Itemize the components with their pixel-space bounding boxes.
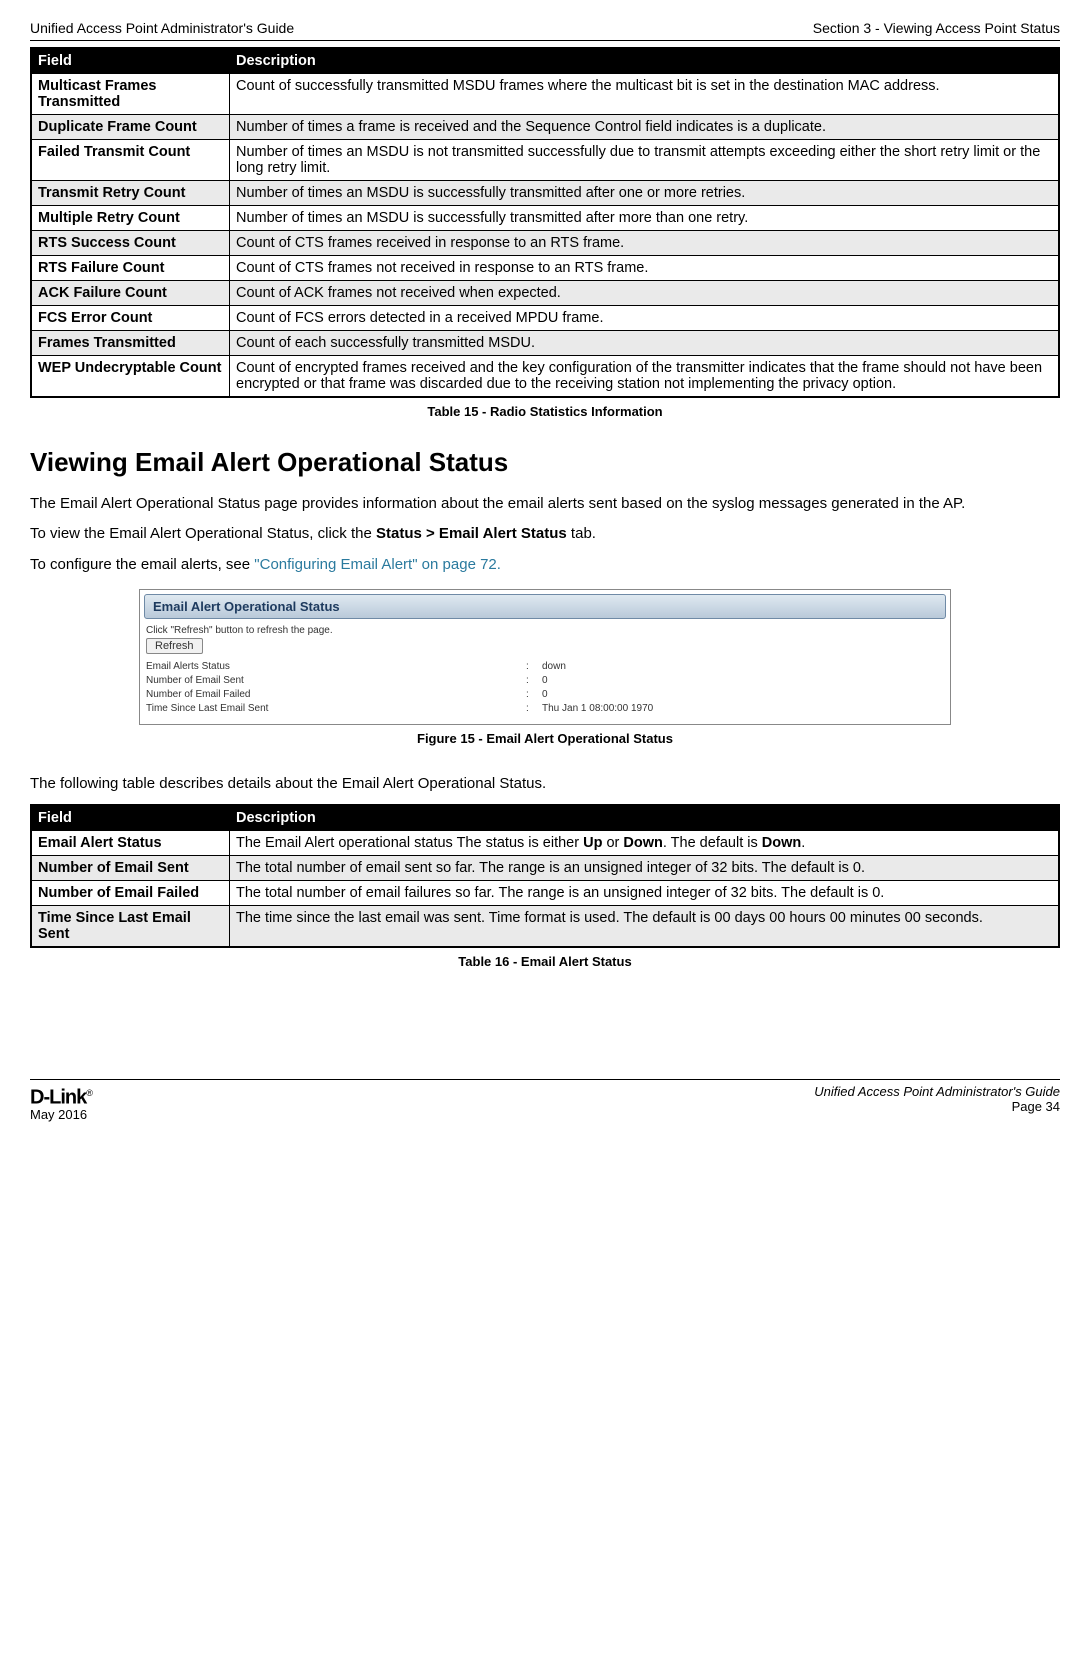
status-row: Email Alerts Status : down — [146, 660, 944, 674]
header-left: Unified Access Point Administrator's Gui… — [30, 20, 294, 36]
status-row: Number of Email Sent : 0 — [146, 674, 944, 688]
table-row: Number of Email SentThe total number of … — [31, 856, 1059, 881]
table-row: Time Since Last Email SentThe time since… — [31, 906, 1059, 948]
table-row: FCS Error CountCount of FCS errors detec… — [31, 306, 1059, 331]
body-para-2: To view the Email Alert Operational Stat… — [30, 524, 1060, 544]
table-row: Failed Transmit CountNumber of times an … — [31, 140, 1059, 181]
dlink-logo: D-Link® — [30, 1084, 92, 1107]
col-desc: Description — [230, 805, 1060, 831]
refresh-button[interactable]: Refresh — [146, 638, 203, 654]
radio-stats-table: Field Description Multicast Frames Trans… — [30, 47, 1060, 398]
refresh-hint: Click "Refresh" button to refresh the pa… — [146, 625, 944, 636]
footer-page: Page 34 — [814, 1099, 1060, 1114]
body-para-1: The Email Alert Operational Status page … — [30, 494, 1060, 514]
header-right: Section 3 - Viewing Access Point Status — [813, 20, 1060, 36]
table-row: Email Alert Status The Email Alert opera… — [31, 831, 1059, 856]
email-alert-screenshot: Email Alert Operational Status Click "Re… — [139, 589, 951, 725]
figure15-caption: Figure 15 - Email Alert Operational Stat… — [30, 731, 1060, 746]
section-title: Viewing Email Alert Operational Status — [30, 447, 1060, 478]
col-desc: Description — [230, 48, 1060, 74]
panel-title: Email Alert Operational Status — [144, 594, 946, 619]
page-header: Unified Access Point Administrator's Gui… — [30, 20, 1060, 41]
status-row: Time Since Last Email Sent : Thu Jan 1 0… — [146, 702, 944, 716]
table-row: RTS Success CountCount of CTS frames rec… — [31, 231, 1059, 256]
table-row: RTS Failure CountCount of CTS frames not… — [31, 256, 1059, 281]
table-row: Frames TransmittedCount of each successf… — [31, 331, 1059, 356]
body-para-3: To configure the email alerts, see "Conf… — [30, 555, 1060, 575]
page-footer: D-Link® May 2016 Unified Access Point Ad… — [30, 1079, 1060, 1122]
col-field: Field — [31, 48, 230, 74]
body-para-4: The following table describes details ab… — [30, 774, 1060, 794]
table-row: Multicast Frames TransmittedCount of suc… — [31, 74, 1059, 115]
status-row: Number of Email Failed : 0 — [146, 688, 944, 702]
table15-caption: Table 15 - Radio Statistics Information — [30, 404, 1060, 419]
table-row: ACK Failure CountCount of ACK frames not… — [31, 281, 1059, 306]
table-row: Multiple Retry CountNumber of times an M… — [31, 206, 1059, 231]
email-alert-status-table: Field Description Email Alert Status The… — [30, 804, 1060, 948]
table16-caption: Table 16 - Email Alert Status — [30, 954, 1060, 969]
footer-guide: Unified Access Point Administrator's Gui… — [814, 1084, 1060, 1099]
config-email-alert-link[interactable]: "Configuring Email Alert" on page 72. — [254, 556, 501, 573]
table-row: Transmit Retry CountNumber of times an M… — [31, 181, 1059, 206]
table-row: Duplicate Frame CountNumber of times a f… — [31, 115, 1059, 140]
col-field: Field — [31, 805, 230, 831]
table-row: WEP Undecryptable CountCount of encrypte… — [31, 356, 1059, 398]
footer-date: May 2016 — [30, 1107, 92, 1122]
table-row: Number of Email FailedThe total number o… — [31, 881, 1059, 906]
